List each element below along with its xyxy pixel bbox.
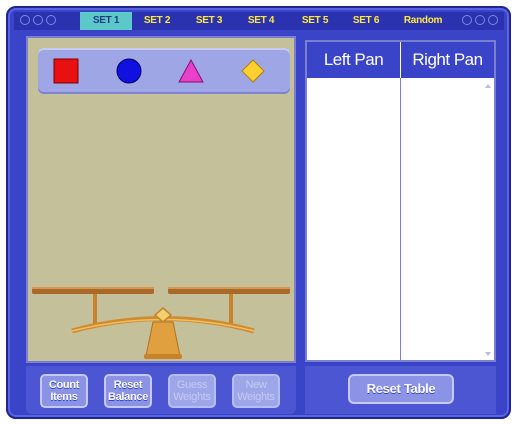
- table-header: Left Pan Right Pan: [307, 42, 494, 78]
- header-right-pan: Right Pan: [400, 42, 494, 78]
- diamond-shape[interactable]: [240, 58, 266, 84]
- guess-weights-button[interactable]: Guess Weights: [168, 374, 216, 408]
- left-pan-post: [93, 294, 97, 326]
- tab-random[interactable]: Random: [398, 12, 448, 30]
- new-weights-label: New Weights: [237, 379, 275, 403]
- left-pan-highlight: [32, 287, 154, 289]
- controls-bar: Count Items Reset Balance Guess Weights …: [26, 366, 296, 414]
- new-weights-button[interactable]: New Weights: [232, 374, 280, 408]
- dot-icon: [475, 15, 485, 25]
- balance-foot: [144, 354, 182, 359]
- dot-icon: [488, 15, 498, 25]
- tab-set-2[interactable]: SET 2: [138, 12, 176, 30]
- triangle-shape[interactable]: [178, 58, 204, 84]
- dot-icon: [33, 15, 43, 25]
- reset-table-button[interactable]: Reset Table: [348, 374, 454, 404]
- table-controls-bar: Reset Table: [305, 366, 496, 414]
- left-pan-column: [307, 78, 400, 360]
- window-dots-left: [20, 15, 56, 25]
- right-pan-column: [400, 78, 494, 360]
- count-items-label: Count Items: [48, 379, 80, 403]
- weighings-table: Left Pan Right Pan: [305, 40, 496, 362]
- right-pan-post: [229, 294, 233, 326]
- tab-set-1[interactable]: SET 1: [80, 12, 132, 30]
- tab-set-3[interactable]: SET 3: [190, 12, 228, 30]
- dot-icon: [46, 15, 56, 25]
- right-pan-highlight: [168, 287, 290, 289]
- guess-weights-label: Guess Weights: [173, 379, 211, 403]
- shape-palette: [38, 48, 290, 94]
- reset-balance-button[interactable]: Reset Balance: [104, 374, 152, 408]
- tab-set-4[interactable]: SET 4: [242, 12, 280, 30]
- count-items-button[interactable]: Count Items: [40, 374, 88, 408]
- square-shape[interactable]: [53, 58, 79, 84]
- circle-shape[interactable]: [116, 58, 142, 84]
- dot-icon: [20, 15, 30, 25]
- dot-icon: [462, 15, 472, 25]
- scroll-down-icon[interactable]: [485, 352, 491, 356]
- set-tab-bar: SET 1 SET 2 SET 3 SET 4 SET 5 SET 6 Rand…: [14, 12, 504, 30]
- header-left-pan: Left Pan: [323, 50, 384, 69]
- reset-balance-label: Reset Balance: [107, 379, 149, 403]
- balance-area: [26, 36, 296, 363]
- scroll-up-icon[interactable]: [485, 84, 491, 88]
- window-dots-right: [462, 15, 498, 25]
- tab-set-5[interactable]: SET 5: [296, 12, 334, 30]
- balance-base: [145, 321, 181, 357]
- tab-set-6[interactable]: SET 6: [347, 12, 385, 30]
- table-body: [307, 78, 494, 360]
